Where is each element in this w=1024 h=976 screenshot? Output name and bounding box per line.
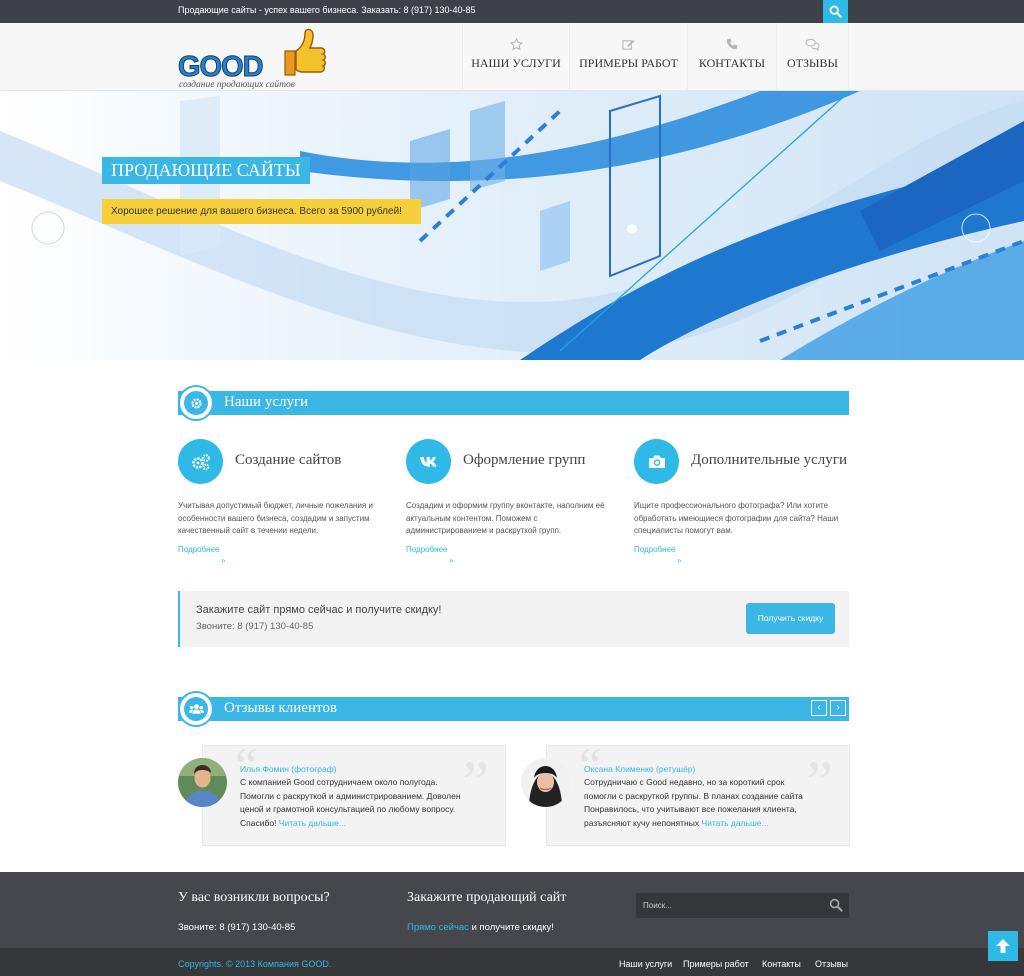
footer-order-text: Прямо сейчас и получите скидку! [407, 922, 554, 933]
footer-link-contacts[interactable]: Контакты [762, 959, 801, 969]
gear-icon [190, 397, 202, 409]
services-section-title: Наши услуги [224, 394, 309, 410]
footer-link-works[interactable]: Примеры работ [683, 959, 749, 969]
scroll-to-top-button[interactable] [988, 931, 1018, 961]
cta-box: Закажите сайт прямо сейчас и получите ск… [178, 591, 849, 647]
services-section-header: Наши услуги [178, 385, 849, 421]
logo-tagline: создание продающих сайтов [179, 80, 295, 90]
review-text: С компанией Good сотрудничаем около полу… [240, 777, 461, 828]
hero-background [0, 91, 1024, 360]
users-icon [188, 704, 204, 714]
quote-close-icon: ” [806, 749, 833, 815]
reviews-next-button[interactable]: › [830, 700, 846, 716]
cta-phone: Звоните: 8 (917) 130-40-85 [196, 621, 314, 632]
review-author[interactable]: Оксана Клименко (ретушёр) [584, 764, 695, 774]
avatar [521, 758, 570, 807]
service-more-arrow[interactable]: » [449, 556, 453, 565]
service-more-link[interactable]: Подробнее [178, 545, 220, 554]
service-description: Ищите профессионального фотографа? Или х… [634, 501, 839, 535]
search-icon [829, 5, 842, 18]
review-read-more-link[interactable]: Читать дальше... [279, 818, 346, 828]
vk-icon [419, 456, 436, 467]
footer-order-link[interactable]: Прямо сейчас [407, 922, 469, 933]
top-search-button[interactable] [823, 0, 848, 23]
hero-subtitle: Хорошее решение для вашего бизнеса. Всег… [102, 199, 421, 224]
reviews-section-title: Отзывы клиентов [224, 700, 337, 716]
nav-label: ОТЗЫВЫ [787, 56, 838, 70]
nav-item-contacts[interactable]: КОНТАКТЫ [687, 23, 776, 91]
review-text: Сотрудничаю с Good недавно, но за коротк… [584, 777, 803, 828]
edit-icon [622, 39, 635, 50]
arrow-up-icon [996, 939, 1010, 953]
page: Продающие сайты - успех вашего бизнеса. … [0, 0, 1024, 976]
avatar [178, 758, 227, 807]
review-read-more-link[interactable]: Читать дальше... [701, 818, 768, 828]
footer-link-services[interactable]: Наши услуги [619, 959, 672, 969]
footer-search-placeholder: Поиск... [643, 901, 672, 910]
review-card: “ ” Оксана Клименко (ретушёр) Сотруднича… [546, 740, 850, 846]
hero-slider [0, 91, 1024, 360]
nav-item-services[interactable]: НАШИ УСЛУГИ [462, 23, 569, 91]
review-author[interactable]: Илья Фомин (фотограф) [240, 764, 337, 774]
review-card: “ ” Илья Фомин (фотограф) С компанией Go… [202, 740, 506, 846]
service-description: Учитывая допустимый бюджет, личные пожел… [178, 501, 373, 535]
bottom-bar: Copyrights. © 2013 Компания GOOD. Наши у… [0, 948, 1024, 976]
comments-icon [805, 38, 820, 51]
service-title: Дополнительные услуги [691, 452, 847, 468]
service-more-link[interactable]: Подробнее [406, 545, 448, 554]
footer-link-reviews[interactable]: Отзывы [815, 959, 848, 969]
nav-item-reviews[interactable]: ОТЗЫВЫ [776, 23, 849, 91]
phone-icon [726, 38, 738, 50]
star-icon [509, 37, 523, 50]
service-more-link[interactable]: Подробнее [634, 545, 676, 554]
nav-label: ПРИМЕРЫ РАБОТ [579, 56, 678, 70]
service-title: Оформление групп [463, 452, 586, 468]
service-more-arrow[interactable]: » [677, 556, 681, 565]
top-bar: Продающие сайты - успех вашего бизнеса. … [0, 0, 1024, 23]
nav-item-works[interactable]: ПРИМЕРЫ РАБОТ [569, 23, 687, 91]
thumbs-up-icon [284, 28, 326, 76]
cta-title: Закажите сайт прямо сейчас и получите ск… [196, 604, 442, 616]
camera-icon [648, 455, 665, 468]
gears-icon [191, 453, 210, 470]
reviews-section-header: Отзывы клиентов [178, 691, 849, 727]
nav-label: НАШИ УСЛУГИ [471, 56, 561, 70]
reviews-prev-button[interactable]: ‹ [811, 700, 827, 716]
logo[interactable]: GOOD создание продающих сайтов [178, 27, 328, 90]
footer-questions-title: У вас возникли вопросы? [178, 890, 330, 905]
copyright: Copyrights. © 2013 Компания GOOD. [178, 959, 332, 969]
get-discount-button[interactable]: Получить скидку [746, 603, 835, 634]
footer-search-input[interactable]: Поиск... [636, 893, 849, 918]
service-title: Создание сайтов [235, 452, 342, 468]
service-more-arrow[interactable]: » [221, 556, 225, 565]
footer-questions-phone: Звоните: 8 (917) 130-40-85 [178, 922, 296, 933]
quote-close-icon: ” [462, 749, 489, 815]
hero-title: ПРОДАЮЩИЕ САЙТЫ [102, 157, 310, 184]
nav-label: КОНТАКТЫ [698, 56, 766, 70]
service-description: Создадим и оформим группу вконтакте, нап… [406, 501, 605, 535]
top-bar-text: Продающие сайты - успех вашего бизнеса. … [178, 5, 476, 15]
search-icon[interactable] [829, 898, 843, 912]
footer-order-title: Закажите продающий сайт [407, 890, 567, 905]
